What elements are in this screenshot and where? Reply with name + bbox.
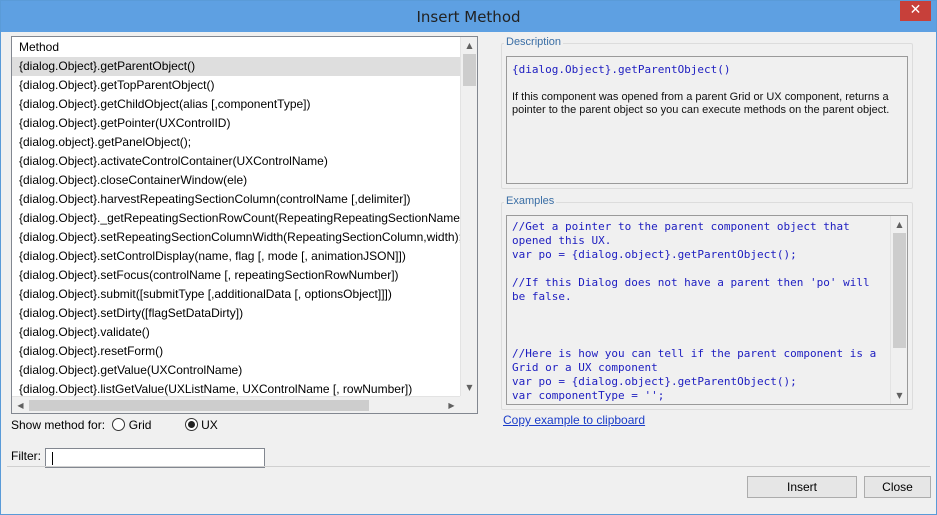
method-list-item[interactable]: {dialog.Object}.resetForm() [12,342,477,361]
insert-method-dialog: Insert Method ✕ Method {dialog.Object}.g… [0,0,937,515]
method-list: Method {dialog.Object}.getParentObject()… [11,36,478,414]
text-caret [52,452,53,465]
dialog-client: Method {dialog.Object}.getParentObject()… [7,32,931,510]
method-list-item[interactable]: {dialog.Object}.getParentObject() [12,57,477,76]
scroll-corner [460,396,477,413]
scroll-down-arrow-icon[interactable]: ▼ [461,379,477,396]
scroll-left-arrow-icon[interactable]: ◀ [12,397,29,413]
close-window-icon[interactable]: ✕ [900,1,931,21]
vertical-scroll-thumb[interactable] [463,54,476,86]
method-list-item[interactable]: {dialog.Object}.getValue(UXControlName) [12,361,477,380]
method-list-item[interactable]: {dialog.Object}.closeContainerWindow(ele… [12,171,477,190]
description-group-label: Description [504,36,564,48]
method-rows: {dialog.Object}.getParentObject() {dialog… [12,57,477,397]
method-list-item[interactable]: {dialog.Object}.setDirty([flagSetDataDir… [12,304,477,323]
description-box: {dialog.Object}.getParentObject() If thi… [506,56,908,184]
radio-grid-circle[interactable] [112,418,126,431]
close-button[interactable]: Close [864,476,931,498]
examples-scroll-down-arrow-icon[interactable]: ▼ [891,387,907,404]
method-list-item[interactable]: {dialog.object}.getPanelObject(); [12,133,477,152]
method-list-vertical-scrollbar[interactable]: ▲ ▼ [460,37,477,396]
method-column-header[interactable]: Method [12,37,477,57]
show-method-for: Show method for: Grid UX [11,416,218,434]
copy-example-link[interactable]: Copy example to clipboard [503,413,645,427]
radio-grid-label[interactable]: Grid [129,418,152,432]
title-bar: Insert Method ✕ [1,1,936,32]
method-list-item[interactable]: {dialog.Object}.getChildObject(alias [,c… [12,95,477,114]
filter-input[interactable] [45,448,265,468]
examples-code[interactable]: //Get a pointer to the parent component … [512,220,877,404]
show-method-for-label: Show method for: [11,418,106,432]
method-list-item[interactable]: {dialog.Object}.listGetValue(UXListName,… [12,380,477,397]
radio-ux-label[interactable]: UX [201,418,218,432]
method-list-horizontal-scrollbar[interactable]: ◀ ▶ [12,396,460,413]
method-list-item[interactable]: {dialog.Object}.activateControlContainer… [12,152,477,171]
insert-button[interactable]: Insert [747,476,857,498]
description-group: Description {dialog.Object}.getParentObj… [501,36,913,189]
examples-vertical-scrollbar[interactable]: ▲ ▼ [890,216,907,404]
method-list-item[interactable]: {dialog.Object}.submit([submitType [,add… [12,285,477,304]
examples-group: Examples //Get a pointer to the parent c… [501,195,913,410]
filter-text-field[interactable] [46,449,264,467]
method-list-item[interactable]: {dialog.Object}.getTopParentObject() [12,76,477,95]
method-list-item[interactable]: {dialog.Object}.setRepeatingSectionColum… [12,228,477,247]
filter-label: Filter: [11,449,41,463]
radio-ux[interactable]: UX [184,418,218,432]
horizontal-scroll-thumb[interactable] [29,400,369,411]
method-list-item[interactable]: {dialog.Object}.getPointer(UXControlID) [12,114,477,133]
method-list-item[interactable]: {dialog.Object}.harvestRepeatingSectionC… [12,190,477,209]
radio-ux-circle[interactable] [184,418,198,431]
scroll-up-arrow-icon[interactable]: ▲ [461,37,477,54]
scroll-right-arrow-icon[interactable]: ▶ [443,397,460,413]
method-list-item[interactable]: {dialog.Object}.validate() [12,323,477,342]
description-signature: {dialog.Object}.getParentObject() [512,63,731,76]
method-list-item[interactable]: {dialog.Object}.setControlDisplay(name, … [12,247,477,266]
footer-divider [7,466,930,467]
examples-scroll-thumb[interactable] [893,233,906,348]
examples-scroll-up-arrow-icon[interactable]: ▲ [891,216,907,233]
examples-group-label: Examples [504,195,557,207]
method-list-item[interactable]: {dialog.Object}.setFocus(controlName [, … [12,266,477,285]
description-text: If this component was opened from a pare… [512,91,890,116]
window-title: Insert Method [416,8,521,26]
method-list-item[interactable]: {dialog.Object}._getRepeatingSectionRowC… [12,209,477,228]
examples-box[interactable]: //Get a pointer to the parent component … [506,215,908,405]
radio-grid[interactable]: Grid [112,418,154,432]
